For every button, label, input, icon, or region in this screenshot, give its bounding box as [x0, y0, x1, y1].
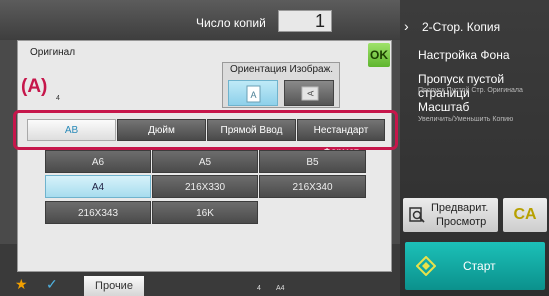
scale-item[interactable]: Масштаб — [418, 100, 469, 114]
landscape-page-icon: A — [301, 86, 319, 101]
orientation-portrait-button[interactable]: A — [228, 80, 278, 106]
portrait-page-icon: A — [246, 85, 261, 103]
blank-page-skip-item[interactable]: Пропуск пустой страници — [418, 72, 549, 100]
clear-all-button[interactable]: CA — [503, 198, 547, 232]
duplex-copy-item[interactable]: 2-Стор. Копия — [422, 20, 500, 34]
copies-label: Число копий — [196, 16, 266, 30]
tab-direct-input[interactable]: Прямой Ввод — [207, 119, 296, 141]
copies-input[interactable]: 1 — [278, 10, 332, 32]
ok-button[interactable]: OK — [368, 43, 390, 67]
chevron-right-icon[interactable]: › — [404, 18, 409, 34]
size-button-a6[interactable]: A6 — [45, 150, 151, 173]
tab-ab[interactable]: AB — [27, 119, 116, 141]
callout-label: (A) — [21, 76, 48, 97]
page-count: 4 — [257, 285, 261, 292]
size-button-216x330[interactable]: 216X330 — [152, 175, 258, 198]
preview-label-line1: Предварит. — [431, 202, 489, 214]
favorite-star-icon[interactable]: ★ — [15, 276, 28, 293]
tab-inch[interactable]: Дюйм — [117, 119, 206, 141]
size-button-216x343[interactable]: 216X343 — [45, 201, 151, 224]
preview-button[interactable]: Предварит. Просмотр — [403, 198, 498, 232]
orientation-title: Ориентация Изображ. — [230, 64, 334, 75]
start-label: Старт — [463, 259, 496, 273]
dialog-title: Оригинал — [30, 47, 76, 58]
other-button[interactable]: Прочие — [84, 276, 144, 296]
size-button-16k[interactable]: 16K — [152, 201, 258, 224]
size-button-a4[interactable]: A4 — [45, 175, 151, 198]
size-button-a5[interactable]: A5 — [152, 150, 258, 173]
tab-custom-size[interactable]: Нестандарт Формат — [297, 119, 385, 158]
background-adjust-item[interactable]: Настройка Фона — [418, 48, 510, 62]
svg-text:A: A — [250, 90, 256, 100]
page-size-indicator: A4 — [276, 285, 285, 292]
size-button-b5[interactable]: B5 — [259, 150, 366, 173]
start-button[interactable]: Старт — [405, 242, 545, 290]
preview-label-line2: Просмотр — [436, 216, 487, 228]
size-button-216x340[interactable]: 216X340 — [259, 175, 366, 198]
callout-subscript: 4 — [56, 95, 60, 102]
start-icon — [416, 256, 436, 276]
svg-text:A: A — [307, 90, 316, 96]
preview-icon — [409, 207, 425, 223]
checkmark-icon[interactable]: ✓ — [46, 276, 58, 293]
orientation-landscape-button[interactable]: A — [284, 80, 334, 106]
blank-page-skip-subtitle: Пропуск Пустой Стр. Оригинала — [418, 87, 523, 94]
scale-subtitle: Увеличить/Уменьшить Копию — [418, 116, 514, 123]
